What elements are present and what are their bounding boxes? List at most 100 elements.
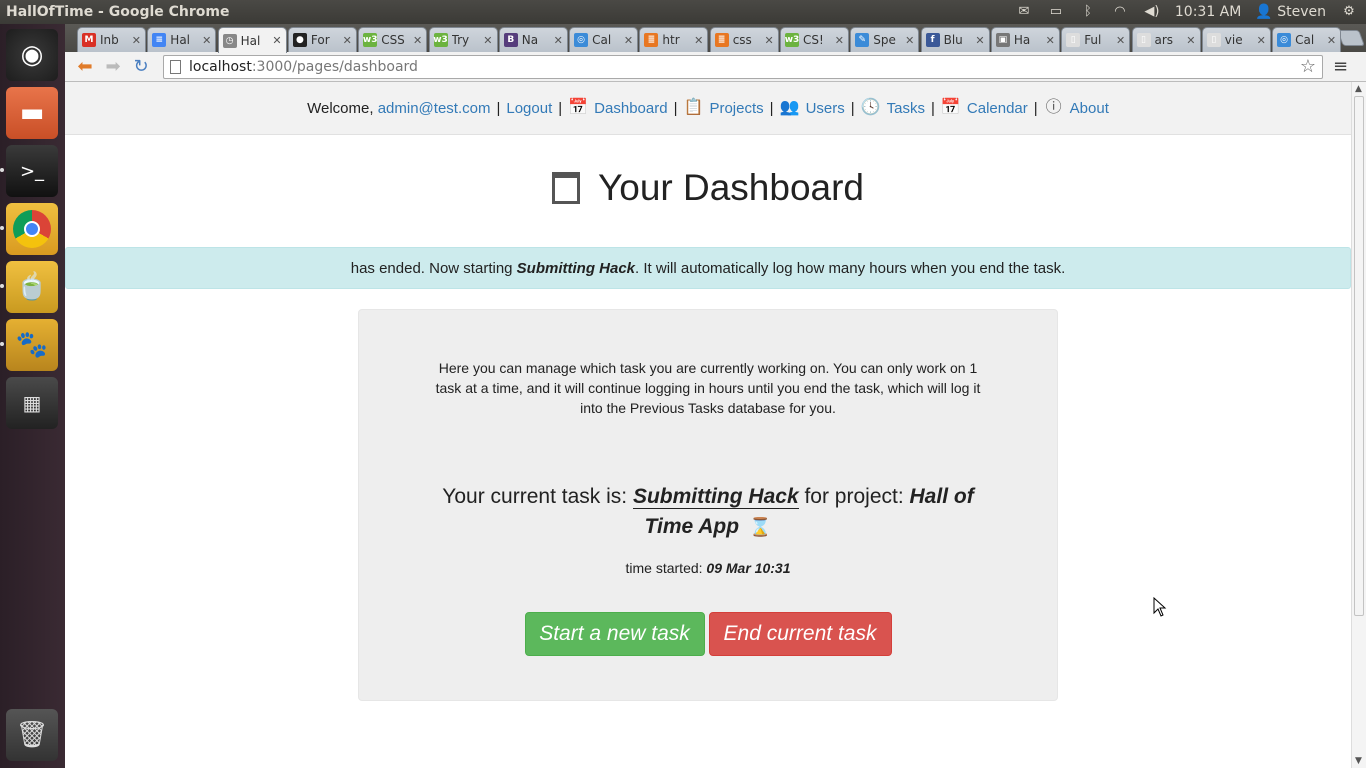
tab-label: Try [451, 33, 470, 47]
user-icon: 👤 [1255, 4, 1273, 20]
user-menu[interactable]: 👤 Steven [1255, 4, 1326, 20]
tab-close-icon[interactable]: ✕ [905, 34, 914, 47]
tab-favicon-icon: ◎ [1277, 33, 1292, 47]
browser-tab[interactable]: ≣ htr ✕ [639, 27, 709, 52]
scroll-down-icon[interactable]: ▼ [1355, 756, 1362, 766]
nav-tasks-link[interactable]: Tasks [887, 100, 925, 117]
tab-close-icon[interactable]: ✕ [413, 34, 422, 47]
tab-close-icon[interactable]: ✕ [202, 34, 211, 47]
browser-tab[interactable]: ◎ Cal ✕ [569, 27, 639, 52]
nav-calendar-link[interactable]: Calendar [967, 100, 1028, 117]
calendar-icon: 📅 [940, 99, 961, 116]
tab-favicon-icon: ◷ [222, 33, 237, 48]
files-icon[interactable]: ▬ [6, 87, 58, 139]
mail-icon[interactable]: ✉ [1015, 5, 1033, 18]
reload-button[interactable]: ↻ [127, 55, 155, 79]
browser-tab[interactable]: ◷ Hal ✕ [217, 27, 287, 53]
tab-close-icon[interactable]: ✕ [975, 34, 984, 47]
tab-close-icon[interactable]: ✕ [764, 34, 773, 47]
task-intro-text: Here you can manage which task you are c… [435, 360, 981, 416]
tab-close-icon[interactable]: ✕ [624, 34, 633, 47]
tab-label: vie [1224, 33, 1243, 47]
browser-tab[interactable]: ▯ vie ✕ [1201, 27, 1271, 52]
gimp-icon[interactable]: 🐾 [6, 319, 58, 371]
wifi-icon[interactable]: ◠ [1111, 5, 1129, 18]
tab-close-icon[interactable]: ✕ [1327, 34, 1336, 47]
tab-favicon-icon: ≣ [644, 33, 659, 47]
browser-tab[interactable]: ◎ Cal ✕ [1272, 27, 1342, 52]
scrollbar-thumb[interactable] [1354, 96, 1364, 616]
bluetooth-icon[interactable]: ᛒ [1079, 5, 1097, 18]
mouse-cursor-icon [1153, 597, 1167, 617]
forward-button[interactable]: ➡ [99, 55, 127, 79]
browser-tab[interactable]: ▯ ars ✕ [1131, 27, 1201, 52]
clipboard-icon: 📋 [683, 99, 704, 116]
tab-label: Blu [943, 33, 963, 47]
tab-label: Na [521, 33, 539, 47]
address-bar[interactable]: localhost:3000/pages/dashboard ☆ [163, 54, 1323, 79]
tab-favicon-icon: f [925, 33, 940, 47]
new-tab-button[interactable] [1337, 30, 1365, 46]
browser-tab[interactable]: ≣ css ✕ [709, 27, 779, 52]
terminal-icon[interactable]: >_ [6, 145, 58, 197]
browser-tab[interactable]: ✎ Spe ✕ [850, 27, 920, 52]
ubuntu-dash-icon[interactable]: ◉ [6, 29, 58, 81]
logout-link[interactable]: Logout [506, 100, 552, 117]
browser-tab[interactable]: f Blu ✕ [920, 27, 990, 52]
page-scrollbar[interactable]: ▲ ▼ [1351, 82, 1366, 768]
tab-close-icon[interactable]: ✕ [835, 34, 844, 47]
bookmark-star-icon[interactable]: ☆ [1300, 56, 1316, 77]
tab-close-icon[interactable]: ✕ [343, 34, 352, 47]
tab-close-icon[interactable]: ✕ [554, 34, 563, 47]
current-task-name[interactable]: Submitting Hack [632, 485, 799, 509]
running-indicator [0, 284, 4, 288]
workspace-switcher-icon[interactable]: ▦ [6, 377, 58, 429]
settings-gear-icon[interactable]: ⚙ [1340, 5, 1358, 18]
browser-tab[interactable]: B Na ✕ [498, 27, 568, 52]
user-email-link[interactable]: admin@test.com [378, 100, 491, 117]
browser-tab[interactable]: w3 CSS ✕ [358, 27, 428, 52]
tab-close-icon[interactable]: ✕ [694, 34, 703, 47]
tab-close-icon[interactable]: ✕ [1186, 34, 1195, 47]
nav-projects-link[interactable]: Projects [709, 100, 763, 117]
tab-close-icon[interactable]: ✕ [1046, 34, 1055, 47]
browser-toolbar: ⬅ ➡ ↻ localhost:3000/pages/dashboard ☆ ≡ [65, 52, 1366, 82]
browser-tab[interactable]: ▯ Ful ✕ [1061, 27, 1131, 52]
browser-tab[interactable]: w3 CS! ✕ [780, 27, 849, 52]
tab-close-icon[interactable]: ✕ [1257, 34, 1266, 47]
chrome-menu-icon[interactable]: ≡ [1333, 56, 1348, 77]
tab-close-icon[interactable]: ✕ [132, 34, 141, 47]
current-task-line: Your current task is: Submitting Hack fo… [428, 482, 988, 542]
battery-icon[interactable]: ▭ [1047, 5, 1065, 18]
tab-label: Cal [592, 33, 612, 47]
teapot-app-icon[interactable]: 🍵 [6, 261, 58, 313]
ubuntu-launcher: ◉ ▬ >_ 🍵 🐾 ▦ 🗑 [0, 24, 65, 768]
browser-tab[interactable]: w3 Try ✕ [428, 27, 498, 52]
scroll-up-icon[interactable]: ▲ [1355, 84, 1362, 94]
tab-close-icon[interactable]: ✕ [483, 34, 492, 47]
volume-icon[interactable]: ◀) [1143, 5, 1161, 18]
tab-close-icon[interactable]: ✕ [272, 34, 281, 47]
browser-tab[interactable]: M Inb ✕ [77, 27, 146, 52]
tab-favicon-icon: ▯ [1136, 33, 1151, 47]
browser-tab[interactable]: ≡ Hal ✕ [147, 27, 217, 52]
browser-tab[interactable]: ▣ Ha ✕ [990, 27, 1060, 52]
tab-label: Cal [1295, 33, 1315, 47]
browser-tab[interactable]: ● For ✕ [287, 27, 357, 52]
nav-users-link[interactable]: Users [806, 100, 845, 117]
clock[interactable]: 10:31 AM [1175, 4, 1241, 20]
nav-dashboard-link[interactable]: Dashboard [594, 100, 667, 117]
tab-close-icon[interactable]: ✕ [1116, 34, 1125, 47]
tab-favicon-icon: w3 [784, 33, 800, 47]
back-button[interactable]: ⬅ [71, 55, 99, 79]
task-alert: has ended. Now starting Submitting Hack.… [65, 247, 1351, 289]
trash-icon[interactable]: 🗑 [6, 709, 58, 761]
tab-favicon-icon: ● [292, 33, 307, 47]
tab-favicon-icon: ▣ [995, 33, 1010, 47]
start-new-task-button[interactable]: Start a new task [524, 612, 705, 656]
time-started-value: 09 Mar 10:31 [706, 560, 791, 576]
chrome-icon[interactable] [6, 203, 58, 255]
end-current-task-button[interactable]: End current task [708, 612, 892, 656]
nav-about-link[interactable]: About [1070, 100, 1109, 117]
tab-favicon-icon: w3 [433, 33, 448, 47]
